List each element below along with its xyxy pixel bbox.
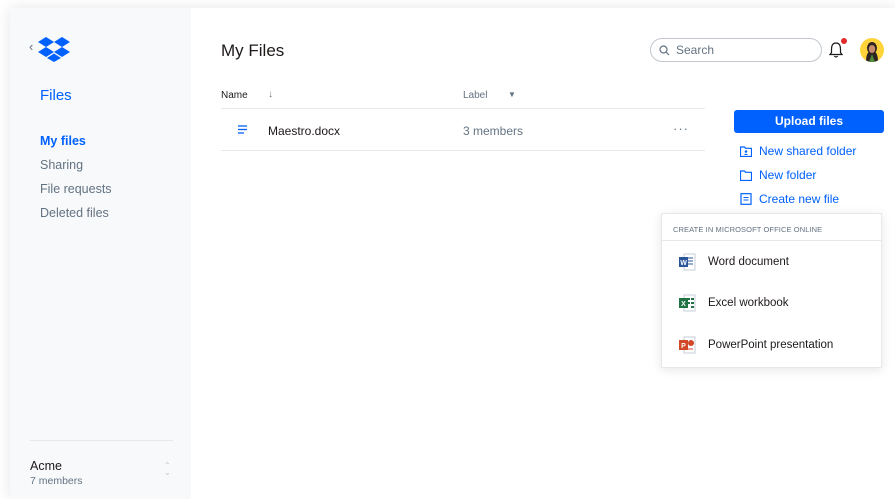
sidebar-item-my-files[interactable]: My files [40, 133, 112, 157]
chevron-down-icon[interactable]: ▼ [508, 90, 516, 99]
sidebar-item-file-requests[interactable]: File requests [40, 181, 112, 205]
word-icon: W [679, 253, 696, 271]
svg-text:P: P [681, 343, 686, 350]
page-title: My Files [221, 41, 285, 60]
sidebar-item-deleted-files[interactable]: Deleted files [40, 205, 112, 229]
column-header-name[interactable]: Name [221, 90, 248, 101]
dropbox-logo-icon[interactable] [37, 36, 71, 62]
team-name[interactable]: Acme [30, 459, 62, 473]
new-folder-action[interactable]: New folder [740, 168, 816, 182]
team-members-count: 7 members [30, 475, 83, 487]
team-switcher-icon[interactable]: ⌃ ⌄ [164, 462, 171, 477]
svg-text:W: W [680, 260, 687, 267]
search-icon [659, 44, 670, 55]
table-row-divider [221, 150, 705, 151]
column-header-label[interactable]: Label [463, 90, 487, 101]
sidebar-item-sharing[interactable]: Sharing [40, 157, 112, 181]
shared-folder-icon [740, 145, 752, 157]
menu-header: CREATE IN MICROSOFT OFFICE ONLINE [673, 225, 823, 234]
sidebar-divider [30, 440, 173, 441]
file-name[interactable]: Maestro.docx [268, 124, 340, 138]
sort-arrow-down-icon[interactable]: ↓ [268, 89, 273, 100]
back-chevron-icon[interactable]: ‹ [29, 40, 33, 54]
file-label: 3 members [463, 124, 524, 138]
create-new-file-action[interactable]: Create new file [740, 192, 839, 206]
menu-item-powerpoint-presentation[interactable]: P PowerPoint presentation [662, 325, 881, 365]
search-input[interactable] [676, 43, 806, 57]
new-folder-label: New folder [759, 168, 817, 182]
powerpoint-icon: P [679, 336, 696, 354]
new-shared-folder-label: New shared folder [759, 144, 857, 158]
menu-item-label: PowerPoint presentation [708, 339, 834, 351]
sidebar [10, 8, 191, 499]
svg-text:X: X [681, 301, 686, 308]
sidebar-nav: My files Sharing File requests Deleted f… [40, 133, 112, 229]
folder-icon [740, 169, 752, 181]
menu-item-word-document[interactable]: W Word document [662, 242, 881, 282]
search-box[interactable] [650, 38, 822, 62]
document-file-icon [238, 125, 247, 134]
more-options-icon[interactable]: ··· [673, 121, 689, 136]
menu-item-label: Word document [708, 256, 789, 268]
notification-badge [841, 38, 847, 44]
excel-icon: X [679, 294, 696, 312]
create-office-file-menu: CREATE IN MICROSOFT OFFICE ONLINE W Word… [661, 213, 882, 368]
menu-divider [662, 240, 881, 241]
create-new-file-label: Create new file [759, 192, 840, 206]
new-shared-folder-action[interactable]: New shared folder [740, 144, 856, 158]
table-header-divider [221, 108, 705, 109]
upload-files-button[interactable]: Upload files [734, 110, 884, 133]
sidebar-title[interactable]: Files [40, 87, 72, 104]
menu-item-excel-workbook[interactable]: X Excel workbook [662, 283, 881, 323]
menu-item-label: Excel workbook [708, 297, 789, 309]
avatar[interactable] [860, 38, 884, 62]
new-file-icon [740, 193, 752, 205]
